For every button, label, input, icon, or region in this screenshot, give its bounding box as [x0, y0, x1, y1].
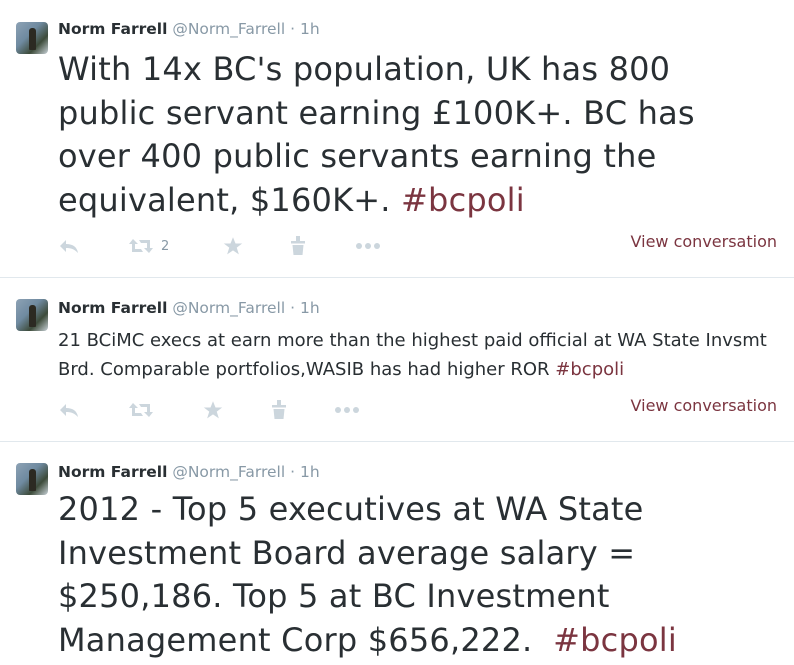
view-conversation-link[interactable]: View conversation	[631, 396, 777, 415]
user-handle[interactable]: @Norm_Farrell	[172, 463, 285, 481]
avatar[interactable]	[16, 299, 48, 331]
star-icon	[203, 401, 223, 419]
favorite-button[interactable]	[222, 236, 244, 256]
hashtag-link[interactable]: #bcpoli	[401, 181, 525, 219]
reply-button[interactable]	[58, 236, 80, 256]
retweet-icon	[129, 403, 153, 417]
user-name[interactable]: Norm Farrell	[58, 20, 167, 38]
pocket-button[interactable]	[290, 236, 306, 256]
view-conversation-link[interactable]: View conversation	[631, 232, 777, 251]
more-icon	[356, 243, 380, 249]
pocket-button[interactable]	[271, 400, 287, 420]
retweet-icon	[129, 239, 153, 253]
hashtag-link[interactable]: #bcpoli	[553, 621, 677, 659]
user-name[interactable]: Norm Farrell	[58, 299, 167, 317]
avatar[interactable]	[16, 463, 48, 495]
separator: ·	[290, 20, 296, 38]
user-handle[interactable]: @Norm_Farrell	[172, 20, 285, 38]
avatar[interactable]	[16, 22, 48, 54]
more-button[interactable]	[334, 400, 360, 420]
retweet-button[interactable]: 2	[129, 236, 169, 256]
tweet-2[interactable]: Norm Farrell @Norm_Farrell · 1h 21 BCiMC…	[0, 278, 794, 442]
tweet-text: 2012 - Top 5 executives at WA State Inve…	[58, 488, 774, 662]
retweet-count: 2	[161, 238, 170, 254]
reply-button[interactable]	[58, 400, 80, 420]
tweet-text: With 14x BC's population, UK has 800 pub…	[58, 48, 774, 222]
reply-icon	[60, 404, 78, 417]
tweet-header: Norm Farrell @Norm_Farrell · 1h	[58, 299, 320, 317]
timestamp[interactable]: 1h	[300, 299, 320, 317]
more-icon	[335, 407, 359, 413]
star-icon	[223, 237, 243, 255]
separator: ·	[290, 463, 296, 481]
tweet-header: Norm Farrell @Norm_Farrell · 1h	[58, 463, 320, 481]
tweet-text: 21 BCiMC execs at earn more than the hig…	[58, 326, 774, 384]
tweet-1[interactable]: Norm Farrell @Norm_Farrell · 1h With 14x…	[0, 0, 794, 278]
favorite-button[interactable]	[202, 400, 224, 420]
tweet-text-content: 21 BCiMC execs at earn more than the hig…	[58, 330, 767, 380]
separator: ·	[290, 299, 296, 317]
pocket-icon	[291, 236, 305, 255]
tweet-3[interactable]: Norm Farrell @Norm_Farrell · 1h 2012 - T…	[0, 442, 794, 665]
tweet-header: Norm Farrell @Norm_Farrell · 1h	[58, 20, 320, 38]
pocket-icon	[272, 400, 286, 419]
hashtag-link[interactable]: #bcpoli	[555, 359, 624, 380]
user-name[interactable]: Norm Farrell	[58, 463, 167, 481]
retweet-button[interactable]	[129, 400, 161, 420]
timestamp[interactable]: 1h	[300, 20, 320, 38]
tweet-text-content: With 14x BC's population, UK has 800 pub…	[58, 50, 695, 219]
timestamp[interactable]: 1h	[300, 463, 320, 481]
more-button[interactable]	[355, 236, 381, 256]
user-handle[interactable]: @Norm_Farrell	[172, 299, 285, 317]
reply-icon	[60, 240, 78, 253]
